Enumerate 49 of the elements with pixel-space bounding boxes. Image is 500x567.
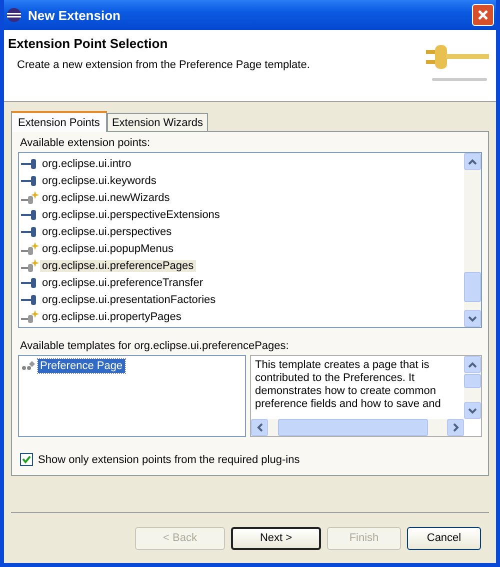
scrollbar-thumb[interactable] [464, 272, 481, 302]
template-item[interactable]: Preference Page [38, 359, 125, 373]
checkbox[interactable] [20, 453, 33, 466]
close-button[interactable] [472, 4, 494, 26]
scroll-left-icon [256, 423, 262, 432]
scrollbar-thumb[interactable] [464, 374, 481, 388]
page-description: Create a new extension from the Preference Page template. [16, 59, 311, 71]
window-title: New Extension [28, 8, 122, 22]
list-item[interactable]: org.eclipse.ui.popupMenus [40, 242, 176, 254]
scroll-up-icon [468, 158, 477, 164]
template-description: This template creates a page that is contributed to the Preferences. It demonstrates how to create common preference fields and how to save and [254, 358, 442, 412]
tab[interactable]: Extension Points [11, 111, 107, 132]
tab[interactable]: Extension Wizards [106, 113, 208, 131]
close-icon [477, 9, 489, 21]
vertical-scrollbar[interactable] [464, 356, 481, 419]
plug-icon [21, 174, 39, 186]
list-item[interactable]: org.eclipse.ui.newWizards [40, 192, 172, 204]
list-label: Available extension points: [20, 137, 152, 149]
list-item[interactable]: org.eclipse.ui.intro [40, 158, 134, 170]
templates-label: Available templates for org.eclipse.ui.preferencePages: [20, 340, 290, 352]
scroll-down-icon [468, 316, 477, 322]
plug-sparkle-icon [21, 258, 39, 272]
wizard-button[interactable]: Cancel [407, 526, 481, 550]
plug-icon [21, 294, 39, 306]
plug-icon [21, 226, 39, 238]
plug-sparkle-icon [21, 310, 39, 324]
scroll-down-icon [468, 408, 477, 414]
list-item[interactable]: org.eclipse.ui.preferenceTransfer [40, 276, 206, 288]
list-item[interactable]: org.eclipse.ui.keywords [40, 174, 158, 186]
page-title: Extension Point Selection [8, 36, 169, 51]
plug-sparkle-icon [21, 190, 39, 204]
list-item[interactable]: org.eclipse.ui.propertyPages [40, 310, 184, 322]
plug-sparkle-icon [21, 242, 39, 256]
list-item[interactable]: org.eclipse.ui.perspectives [40, 226, 174, 238]
template-icon [21, 360, 37, 372]
vertical-scrollbar[interactable] [464, 153, 481, 327]
eclipse-logo-icon [6, 7, 22, 23]
list-item[interactable]: org.eclipse.ui.presentationFactories [40, 294, 218, 306]
plug-icon [21, 276, 39, 288]
horizontal-scrollbar[interactable] [251, 419, 464, 436]
plug-icon [21, 158, 39, 170]
scroll-up-icon [468, 362, 477, 368]
wizard-button[interactable]: Next > [231, 526, 321, 550]
list-item[interactable]: org.eclipse.ui.perspectiveExtensions [40, 208, 222, 220]
list-item[interactable]: org.eclipse.ui.preferencePages [40, 260, 196, 272]
scrollbar-thumb[interactable] [278, 419, 428, 436]
checkbox-label[interactable]: Show only extension points from the required plug-ins [38, 454, 300, 466]
scroll-right-icon [452, 423, 458, 432]
plug-icon [21, 208, 39, 220]
